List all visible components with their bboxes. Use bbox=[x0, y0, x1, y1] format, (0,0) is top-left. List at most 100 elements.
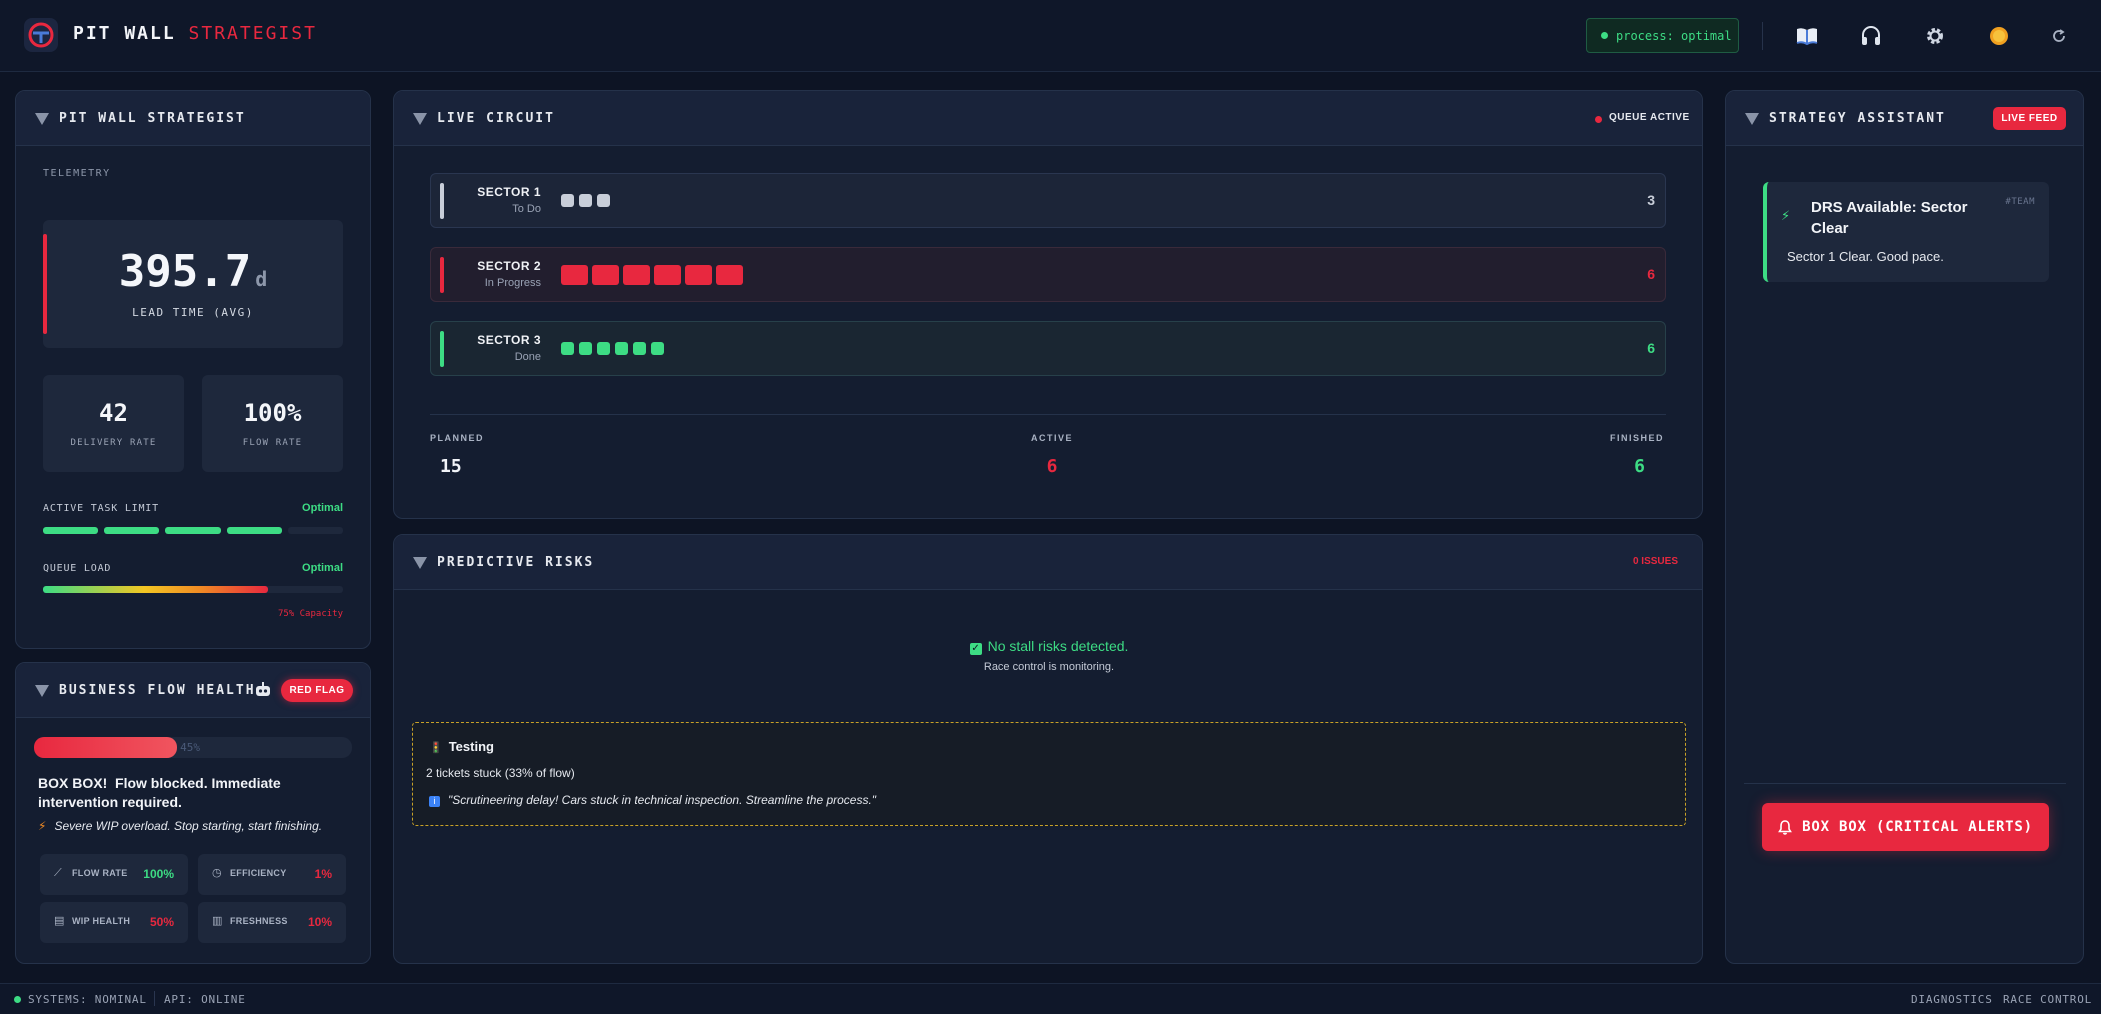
delivery-rate-label: DELIVERY RATE bbox=[70, 438, 157, 448]
ticket-block[interactable] bbox=[716, 265, 743, 285]
sector-count: 6 bbox=[1647, 340, 1655, 356]
queue-load-label: QUEUE LOAD bbox=[43, 563, 112, 574]
delivery-rate-card: 42 DELIVERY RATE bbox=[43, 375, 184, 472]
ticket-block[interactable] bbox=[654, 265, 681, 285]
ticket-block[interactable] bbox=[685, 265, 712, 285]
sector-row[interactable]: SECTOR 1 To Do 3 bbox=[430, 173, 1666, 228]
process-status-badge: process: optimal bbox=[1586, 18, 1739, 53]
ticket-block[interactable] bbox=[592, 265, 619, 285]
sector-name: SECTOR 1 bbox=[477, 185, 541, 199]
bolt-icon: ⚡ bbox=[1781, 208, 1791, 223]
ticket-block[interactable] bbox=[623, 265, 650, 285]
collapse-icon[interactable] bbox=[413, 113, 427, 125]
app-logo bbox=[24, 18, 58, 52]
sector-accent bbox=[440, 183, 444, 219]
api-status: API: ONLINE bbox=[164, 993, 246, 1006]
app-title: PIT WALL STRATEGIST bbox=[73, 23, 317, 44]
message-tag: #TEAM bbox=[2005, 197, 2035, 207]
strategy-assistant-panel: STRATEGY ASSISTANT LIVE FEED ⚡ DRS Avail… bbox=[1725, 90, 2084, 964]
toolbar-divider bbox=[1762, 22, 1763, 50]
finished-label: FINISHED bbox=[1609, 433, 1664, 443]
refresh-icon[interactable] bbox=[2043, 20, 2075, 52]
metric-value: 100% bbox=[143, 867, 174, 881]
sector-accent bbox=[440, 331, 444, 367]
metric-label: EFFICIENCY bbox=[230, 868, 287, 878]
ticket-block[interactable] bbox=[615, 342, 628, 355]
panel-title: PREDICTIVE RISKS bbox=[437, 555, 595, 570]
lead-time-value: 395.7 d bbox=[43, 246, 343, 297]
pit-wall-panel: PIT WALL STRATEGIST TELEMETRY 395.7 d LEA… bbox=[15, 90, 371, 649]
headphones-icon[interactable] bbox=[1855, 20, 1887, 52]
panel-header[interactable]: BUSINESS FLOW HEALTH RED FLAG bbox=[16, 663, 370, 718]
ticket-block[interactable] bbox=[561, 265, 588, 285]
ticket-block[interactable] bbox=[651, 342, 664, 355]
flow-rate-value: 100% bbox=[243, 399, 302, 427]
stall-alert-quote-text: "Scrutineering delay! Cars stuck in tech… bbox=[448, 793, 877, 807]
ticket-block[interactable] bbox=[633, 342, 646, 355]
alert-note: ⚡ Severe WIP overload. Stop starting, sta… bbox=[38, 819, 322, 833]
sun-icon[interactable] bbox=[1983, 20, 2015, 52]
ticket-block[interactable] bbox=[597, 194, 610, 207]
task-segment-filled bbox=[43, 527, 99, 534]
task-limit-label: ACTIVE TASK LIMIT bbox=[43, 503, 159, 514]
book-icon[interactable] bbox=[1791, 20, 1823, 52]
sector-status: To Do bbox=[512, 203, 541, 215]
metric-flow-rate: ⟋ FLOW RATE 100% bbox=[40, 854, 188, 895]
metric-label: WIP HEALTH bbox=[72, 916, 131, 926]
clipboard-icon: ▥ bbox=[212, 915, 223, 927]
bolt-icon: ⚡ bbox=[38, 819, 47, 833]
ticket-block[interactable] bbox=[579, 342, 592, 355]
task-segment-filled bbox=[165, 527, 221, 534]
ticket-block[interactable] bbox=[579, 194, 592, 207]
panel-header[interactable]: PIT WALL STRATEGIST bbox=[16, 91, 370, 146]
metric-value: 1% bbox=[314, 867, 332, 881]
issues-count: 0 ISSUES bbox=[1632, 556, 1678, 567]
box-box-button[interactable]: BOX BOX (CRITICAL ALERTS) bbox=[1762, 803, 2049, 851]
collapse-icon[interactable] bbox=[35, 113, 49, 125]
stall-alert-quote: i "Scrutineering delay! Cars stuck in tec… bbox=[429, 793, 876, 807]
task-limit-status: Optimal bbox=[302, 502, 343, 514]
ticket-block[interactable] bbox=[597, 342, 610, 355]
lead-time-label: LEAD TIME (AVG) bbox=[132, 306, 254, 319]
systems-dot bbox=[14, 996, 21, 1003]
sector-count: 6 bbox=[1647, 266, 1655, 282]
lead-time-number: 395.7 bbox=[118, 246, 252, 297]
queue-capacity-text: 75% Capacity bbox=[277, 609, 343, 619]
panel-header[interactable]: PREDICTIVE RISKS 0 ISSUES bbox=[394, 535, 1702, 590]
status-footer: SYSTEMS: NOMINAL API: ONLINE DIAGNOSTICS… bbox=[0, 983, 2101, 1014]
ticket-block[interactable] bbox=[561, 194, 574, 207]
diagnostics-link[interactable]: DIAGNOSTICS bbox=[1911, 993, 1993, 1006]
layers-icon: ▤ bbox=[54, 915, 65, 927]
race-control-link[interactable]: RACE CONTROL bbox=[2003, 993, 2092, 1006]
queue-status: QUEUE ACTIVE bbox=[1609, 112, 1690, 123]
gear-icon[interactable] bbox=[1919, 20, 1951, 52]
lead-time-card: 395.7 d LEAD TIME (AVG) bbox=[43, 220, 343, 348]
stall-alert-title-text: Testing bbox=[448, 739, 494, 754]
collapse-icon[interactable] bbox=[413, 557, 427, 569]
status-dot bbox=[1601, 32, 1608, 39]
box-box-label: BOX BOX (CRITICAL ALERTS) bbox=[1802, 819, 2033, 835]
health-percent: 45% bbox=[180, 741, 200, 754]
panel-title: STRATEGY ASSISTANT bbox=[1769, 111, 1946, 126]
panel-header[interactable]: STRATEGY ASSISTANT LIVE FEED bbox=[1726, 91, 2083, 146]
clock-icon: ◷ bbox=[212, 867, 222, 879]
assistant-message[interactable]: ⚡ DRS Available: Sector Clear #TEAM Sect… bbox=[1763, 182, 2049, 282]
health-bar-fill bbox=[34, 737, 178, 758]
collapse-icon[interactable] bbox=[1745, 113, 1759, 125]
metric-value: 50% bbox=[149, 915, 174, 929]
sector-row[interactable]: SECTOR 2 In Progress 6 bbox=[430, 247, 1666, 302]
systems-status: SYSTEMS: NOMINAL bbox=[28, 993, 147, 1006]
panel-header[interactable]: LIVE CIRCUIT QUEUE ACTIVE bbox=[394, 91, 1702, 146]
sector-status: In Progress bbox=[484, 277, 541, 289]
metric-label: FRESHNESS bbox=[230, 916, 288, 926]
sector-row[interactable]: SECTOR 3 Done 6 bbox=[430, 321, 1666, 376]
panel-title: PIT WALL STRATEGIST bbox=[59, 111, 246, 126]
live-circuit-panel: LIVE CIRCUIT QUEUE ACTIVE SECTOR 1 To Do… bbox=[393, 90, 1703, 519]
queue-load-bar bbox=[43, 586, 343, 593]
task-segment-empty bbox=[287, 527, 343, 534]
collapse-icon[interactable] bbox=[35, 685, 49, 697]
ticket-block[interactable] bbox=[561, 342, 574, 355]
metric-value: 10% bbox=[307, 915, 332, 929]
no-risk-subtext: Race control is monitoring. bbox=[983, 661, 1115, 673]
message-title: DRS Available: Sector Clear bbox=[1811, 199, 1968, 237]
